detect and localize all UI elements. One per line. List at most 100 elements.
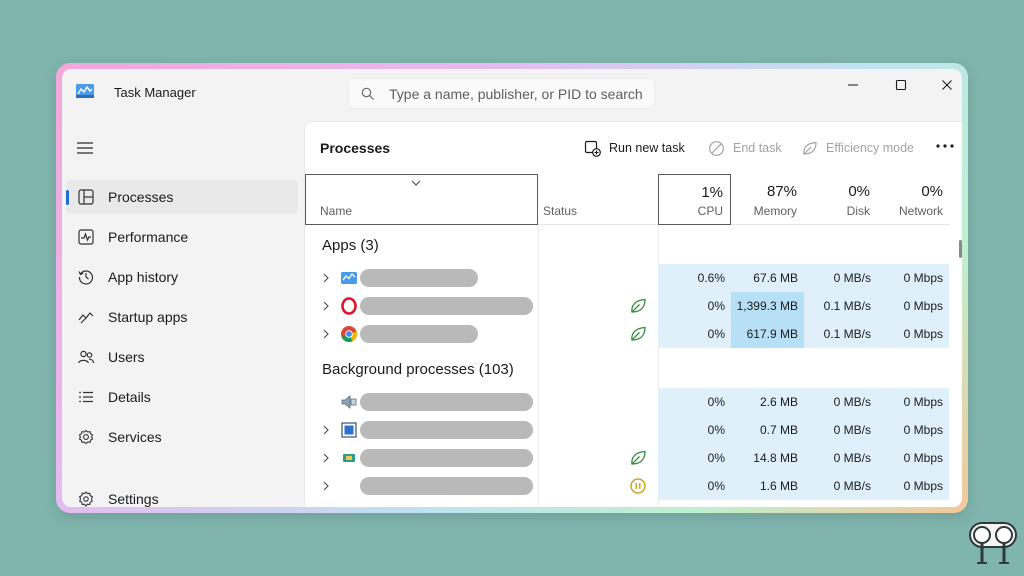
cpu-cell: 0% bbox=[658, 416, 731, 444]
network-cell: 0 Mbps bbox=[877, 264, 949, 292]
column-label-name: Name bbox=[320, 204, 353, 218]
sidebar-item-label: Settings bbox=[108, 491, 159, 507]
performance-icon bbox=[78, 229, 94, 245]
cpu-total: 1% bbox=[701, 184, 723, 201]
more-options-icon[interactable] bbox=[933, 138, 957, 154]
vertical-scrollbar[interactable] bbox=[959, 240, 962, 258]
column-label-network: Network bbox=[898, 204, 943, 218]
search-box[interactable] bbox=[348, 78, 655, 109]
sidebar-item-label: Startup apps bbox=[108, 309, 188, 325]
disk-cell: 0 MB/s bbox=[804, 388, 877, 416]
redacted-process-name bbox=[360, 269, 478, 287]
sidebar-item-performance[interactable]: Performance bbox=[66, 220, 298, 254]
redacted-process-name bbox=[360, 325, 478, 343]
chevron-right-icon[interactable] bbox=[322, 329, 330, 339]
chevron-down-icon bbox=[411, 180, 421, 186]
chevron-right-icon[interactable] bbox=[322, 453, 330, 463]
cpu-cell: 0.6% bbox=[658, 264, 731, 292]
services-icon bbox=[78, 429, 94, 445]
window-frame: Task Manager Type a name, publisher, or … bbox=[56, 63, 968, 513]
task-manager-icon bbox=[76, 84, 94, 98]
column-header-memory[interactable]: 87% Memory bbox=[731, 174, 804, 225]
sidebar-item-label: Details bbox=[108, 389, 151, 405]
column-header-disk[interactable]: 0% Disk bbox=[804, 174, 877, 225]
sidebar-item-details[interactable]: Details bbox=[66, 380, 298, 414]
end-task-icon bbox=[709, 140, 724, 156]
sidebar-item-users[interactable]: Users bbox=[66, 340, 298, 374]
search-input[interactable] bbox=[389, 83, 644, 105]
efficiency-mode-button[interactable]: Efficiency mode bbox=[801, 135, 914, 161]
table-row[interactable]: 0% 1,399.3 MB 0.1 MB/s 0 Mbps bbox=[305, 292, 949, 320]
task-manager-icon bbox=[341, 272, 357, 284]
speaker-icon bbox=[341, 395, 357, 409]
settings-icon bbox=[79, 491, 93, 507]
memory-cell: 14.8 MB bbox=[731, 444, 804, 472]
efficiency-leaf-icon bbox=[803, 141, 817, 155]
app-title: Task Manager bbox=[114, 85, 196, 100]
redacted-process-name bbox=[360, 477, 533, 495]
table-row[interactable]: 0% 0.7 MB 0 MB/s 0 Mbps bbox=[305, 416, 949, 444]
redacted-process-name bbox=[360, 297, 533, 315]
users-icon bbox=[78, 350, 95, 364]
column-header-name[interactable]: Name bbox=[305, 174, 538, 225]
redacted-process-name bbox=[360, 449, 533, 467]
table-row[interactable]: 0.6% 67.6 MB 0 MB/s 0 Mbps bbox=[305, 264, 949, 292]
cpu-cell: 0% bbox=[658, 444, 731, 472]
network-cell: 0 Mbps bbox=[877, 472, 949, 500]
cpu-cell: 0% bbox=[658, 292, 731, 320]
cpu-cell: 0% bbox=[658, 320, 731, 348]
end-task-button[interactable]: End task bbox=[708, 135, 782, 161]
column-header-cpu[interactable]: 1% CPU bbox=[658, 174, 731, 225]
memory-cell: 67.6 MB bbox=[731, 264, 804, 292]
memory-cell: 1,399.3 MB bbox=[731, 292, 804, 320]
sidebar-item-label: App history bbox=[108, 269, 179, 285]
table-row[interactable]: 0% 2.6 MB 0 MB/s 0 Mbps bbox=[305, 388, 949, 416]
logo-icon bbox=[969, 522, 1017, 564]
column-header-network[interactable]: 0% Network bbox=[877, 174, 950, 225]
memory-cell: 2.6 MB bbox=[731, 388, 804, 416]
memory-cell: 1.6 MB bbox=[731, 472, 804, 500]
group-title-apps: Apps (3) bbox=[322, 237, 379, 254]
minimize-button[interactable] bbox=[830, 69, 876, 101]
chrome-icon bbox=[341, 326, 358, 342]
details-icon bbox=[79, 391, 93, 403]
table-row[interactable]: 0% 14.8 MB 0 MB/s 0 Mbps bbox=[305, 444, 949, 472]
app-icon bbox=[343, 454, 355, 462]
sidebar-item-processes[interactable]: Processes bbox=[66, 180, 298, 214]
sidebar-item-app-history[interactable]: App history bbox=[66, 260, 298, 294]
maximize-button[interactable] bbox=[878, 69, 924, 101]
chevron-right-icon[interactable] bbox=[322, 425, 330, 435]
paused-icon bbox=[630, 478, 646, 494]
sidebar-item-label: Users bbox=[108, 349, 145, 365]
table-row[interactable]: 0% 617.9 MB 0.1 MB/s 0 Mbps bbox=[305, 320, 949, 348]
close-button[interactable] bbox=[924, 69, 962, 101]
column-label-status: Status bbox=[543, 204, 578, 218]
sidebar-item-settings[interactable]: Settings bbox=[66, 482, 298, 507]
memory-cell: 0.7 MB bbox=[731, 416, 804, 444]
disk-cell: 0 MB/s bbox=[804, 264, 877, 292]
column-label-cpu: CPU bbox=[697, 204, 723, 218]
chevron-right-icon[interactable] bbox=[322, 481, 330, 491]
redacted-process-name bbox=[360, 393, 533, 411]
column-header-status[interactable]: Status bbox=[538, 174, 658, 225]
run-new-task-button[interactable]: Run new task bbox=[584, 135, 685, 161]
efficiency-leaf-icon bbox=[631, 298, 646, 313]
sidebar-item-startup-apps[interactable]: Startup apps bbox=[66, 300, 298, 334]
processes-icon bbox=[78, 189, 94, 205]
sidebar-item-label: Services bbox=[108, 429, 162, 445]
hamburger-menu-icon[interactable] bbox=[76, 141, 94, 155]
network-total: 0% bbox=[921, 183, 943, 200]
sidebar-item-label: Processes bbox=[108, 189, 174, 205]
sidebar-item-services[interactable]: Services bbox=[66, 420, 298, 454]
chevron-right-icon[interactable] bbox=[322, 301, 330, 311]
disk-cell: 0 MB/s bbox=[804, 416, 877, 444]
efficiency-mode-label: Efficiency mode bbox=[826, 141, 915, 155]
disk-cell: 0 MB/s bbox=[804, 444, 877, 472]
page-title: Processes bbox=[320, 140, 391, 156]
memory-cell: 617.9 MB bbox=[731, 320, 804, 348]
maximize-icon bbox=[895, 79, 907, 91]
column-label-memory: Memory bbox=[753, 204, 797, 218]
search-icon bbox=[361, 87, 374, 100]
table-row[interactable]: 0% 1.6 MB 0 MB/s 0 Mbps bbox=[305, 472, 949, 500]
chevron-right-icon[interactable] bbox=[322, 273, 330, 283]
